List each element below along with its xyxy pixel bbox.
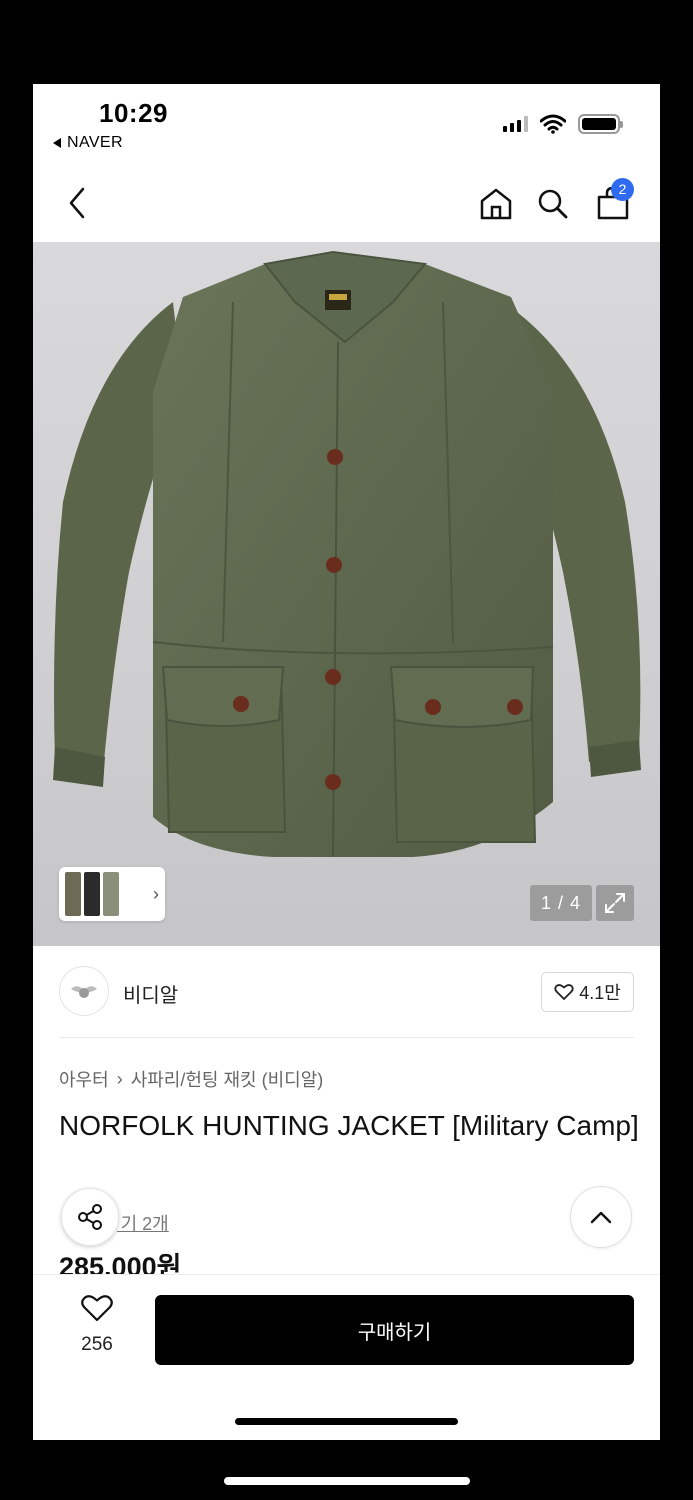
outer-home-indicator [224,1477,470,1485]
brand-logo[interactable] [59,966,109,1016]
home-icon[interactable] [478,187,514,221]
back-to-app-link[interactable]: NAVER [53,134,123,152]
brand-like-count: 4.1만 [579,983,621,1003]
back-chevron-icon[interactable] [63,185,93,221]
status-time: 10:29 [99,98,168,128]
breadcrumb-subcategory[interactable]: 사파리/헌팅 재킷 (비디알) [131,1066,324,1092]
scroll-to-top-button[interactable] [570,1186,632,1248]
battery-icon [578,114,623,134]
product-price: 285,000원 [59,1252,182,1274]
cellular-signal-icon [503,116,528,132]
heart-icon [554,984,574,1000]
breadcrumb: 아우터 › 사파리/헌팅 재킷 (비디알) [59,1066,323,1092]
phone-screen: 10:29 NAVER 2 › 1 / 4 비디알 4.1만 아우터 › 사파리… [33,84,660,1440]
product-image-gallery[interactable]: › 1 / 4 [33,242,660,946]
thumbnail-3[interactable] [103,872,119,916]
search-icon[interactable] [535,187,571,221]
back-app-label: NAVER [67,134,123,151]
brand-like-button[interactable]: 4.1만 [541,972,634,1012]
home-indicator [235,1418,458,1425]
chevron-up-icon [590,1211,612,1224]
cart-count-badge: 2 [611,178,634,201]
review-link[interactable]: 기 2개 [117,1210,169,1236]
system-indicators [503,114,623,134]
wifi-icon [540,114,566,134]
buy-button[interactable]: 구매하기 [155,1295,634,1365]
share-button[interactable] [61,1188,119,1246]
breadcrumb-category[interactable]: 아우터 [59,1066,109,1092]
thumbnail-strip[interactable]: › [59,867,165,921]
share-icon [78,1204,102,1230]
back-triangle-icon [53,138,61,148]
wishlist-button[interactable]: 256 [71,1293,123,1356]
thumbnail-1[interactable] [65,872,81,916]
heart-icon [81,1295,113,1322]
breadcrumb-separator: › [116,1068,123,1089]
thumbnail-2[interactable] [84,872,100,916]
product-jacket-image [53,250,641,858]
expand-icon[interactable] [596,885,634,921]
product-title: NORFOLK HUNTING JACKET [Military Camp] [59,1110,639,1141]
divider [59,1037,634,1038]
wishlist-count: 256 [81,1334,113,1355]
brand-row: 비디알 4.1만 [33,946,660,1040]
top-nav [33,169,660,239]
brand-name[interactable]: 비디알 [123,979,178,1008]
bottom-action-bar: 256 구매하기 [33,1274,660,1440]
status-bar: 10:29 NAVER [33,84,660,164]
image-counter: 1 / 4 [530,885,592,921]
thumbnail-more-chevron-icon: › [153,883,159,904]
